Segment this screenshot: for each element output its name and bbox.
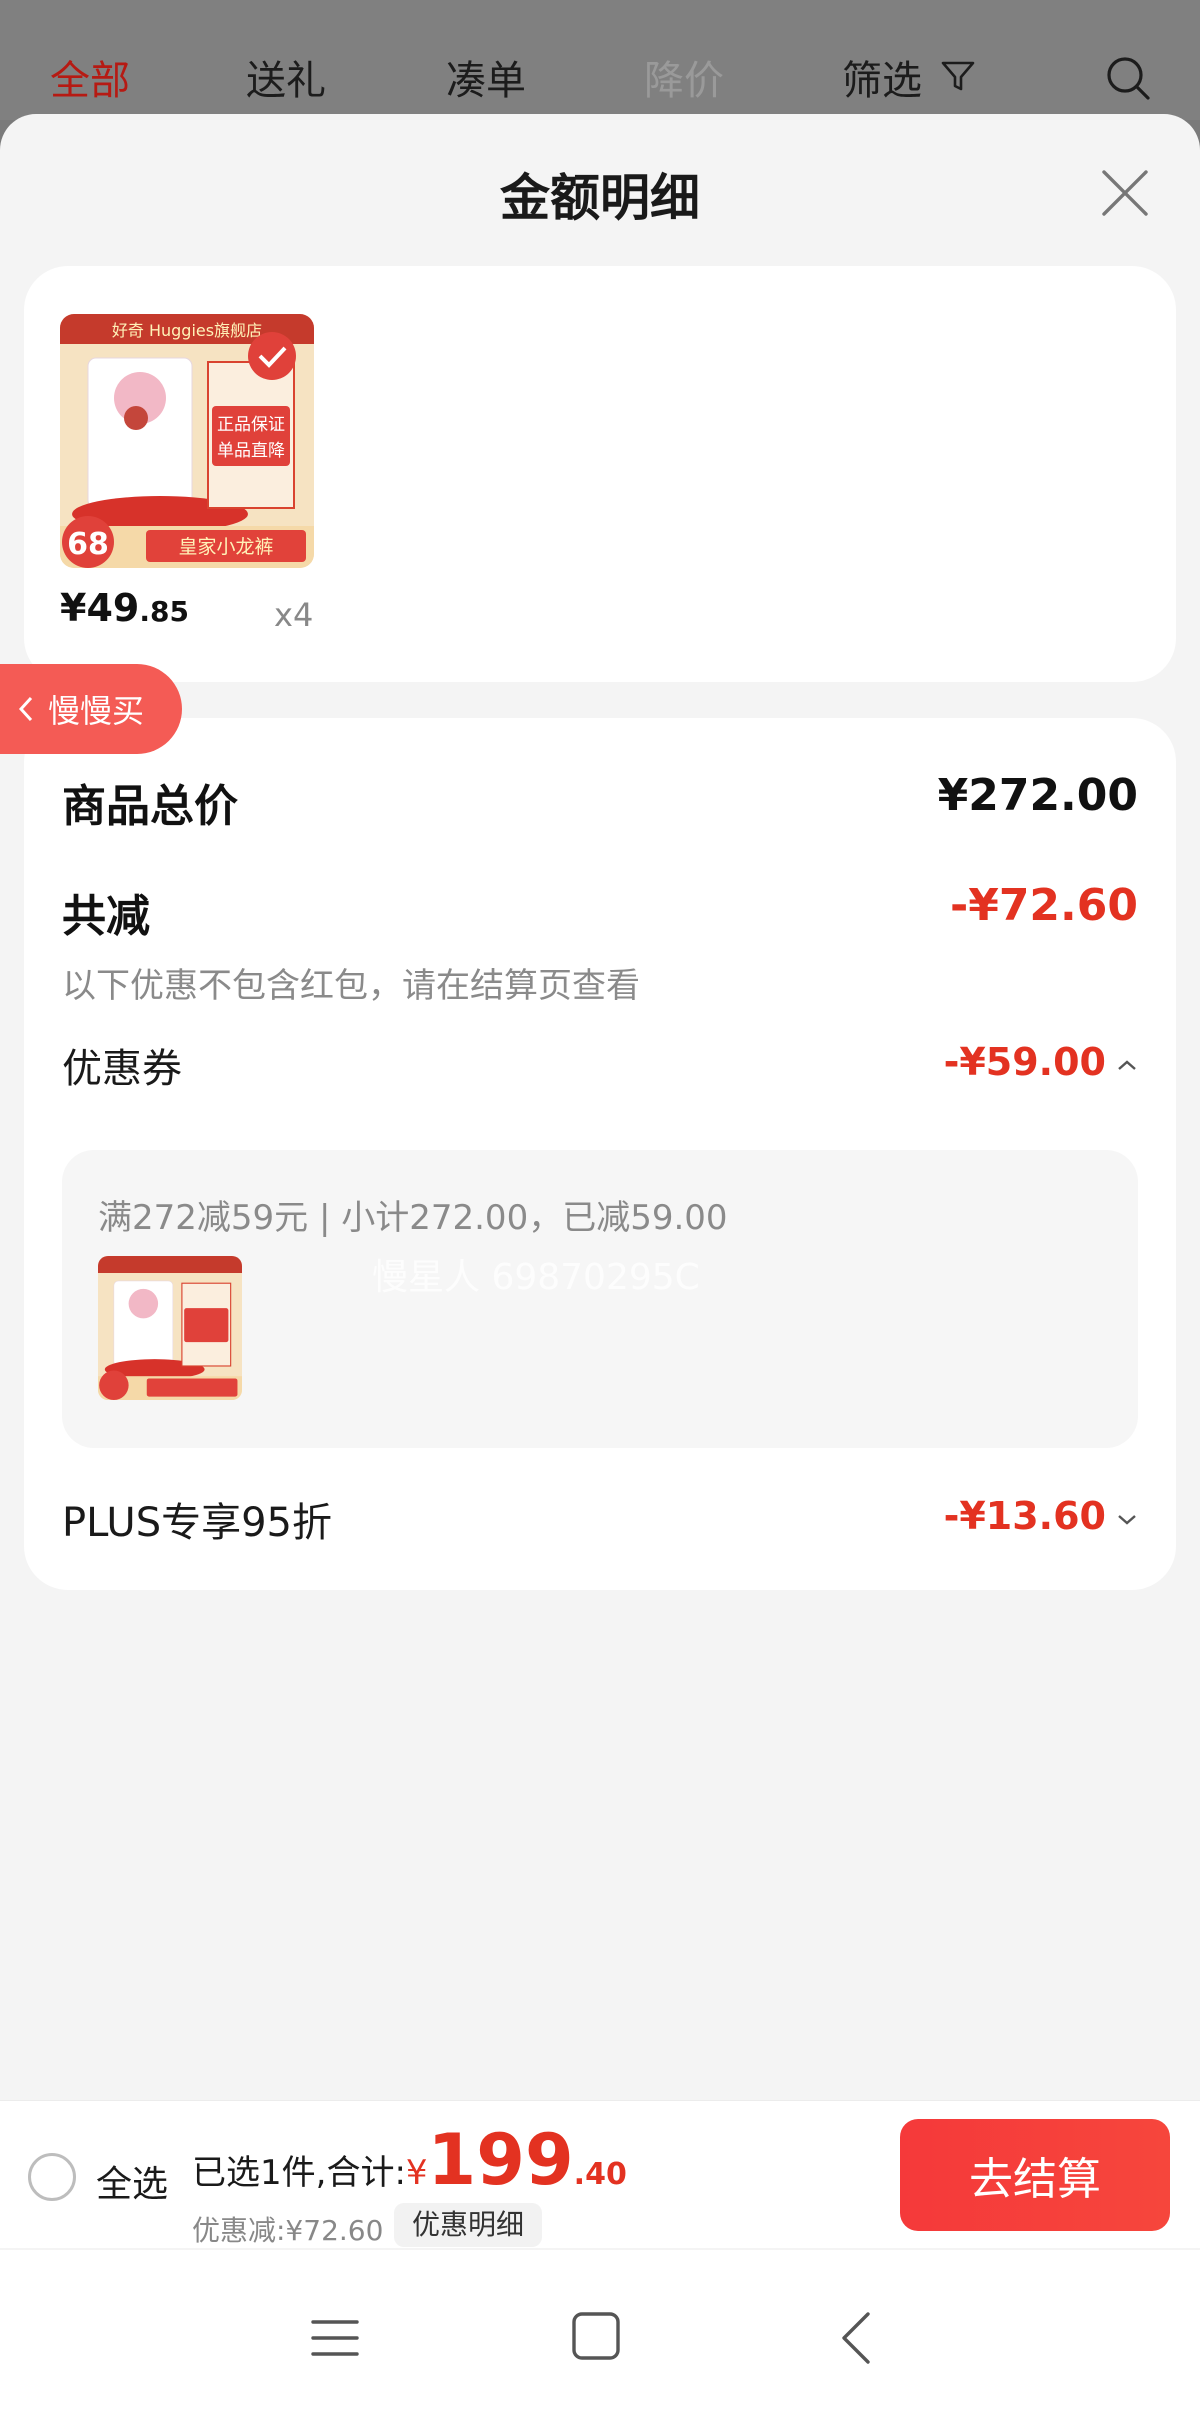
discount-label: 共减 <box>62 891 150 942</box>
thumb-badge-1: 正品保证 <box>217 415 285 435</box>
watermark: 慢星人 69870295C <box>372 1257 700 1298</box>
search-icon[interactable] <box>1104 54 1152 102</box>
chevron-up-icon[interactable] <box>1116 1058 1138 1072</box>
plus-discount-label: PLUS专享95折 <box>62 1500 332 1546</box>
coupon-label: 优惠券 <box>62 1046 182 1092</box>
back-icon[interactable] <box>836 2310 876 2366</box>
product-price: ¥49.85 <box>60 586 189 630</box>
tab-bundle[interactable]: 凑单 <box>446 48 526 106</box>
coupon-product-thumbnail[interactable] <box>98 1256 242 1400</box>
top-tab-bar: 全部 送礼 凑单 降价 筛选 <box>0 0 1200 120</box>
select-all-label[interactable]: 全选 <box>96 2155 168 2207</box>
selected-text: 已选1件,合计: <box>192 2153 406 2193</box>
plus-discount-value[interactable]: -¥13.60 <box>944 1494 1106 1538</box>
checkout-button[interactable]: 去结算 <box>900 2119 1170 2231</box>
discount-value: -¥72.60 <box>949 880 1138 931</box>
total-label: 商品总价 <box>62 781 238 832</box>
price-detail-card: 商品总价 ¥272.00 共减 -¥72.60 以下优惠不包含红包，请在结算页查… <box>24 718 1176 1590</box>
home-icon[interactable] <box>570 2310 622 2362</box>
total-cents: .40 <box>573 2157 627 2192</box>
product-thumbnail[interactable]: 好奇 Huggies旗舰店 正品保证 单品直降 皇家小龙裤 68 <box>60 314 314 568</box>
sheet-title: 金额明细 <box>500 169 700 227</box>
menu-icon[interactable] <box>310 2316 360 2360</box>
select-all-radio[interactable] <box>28 2153 76 2201</box>
discount-summary: 优惠减:¥72.60 <box>192 2214 384 2247</box>
price-cents: .85 <box>139 595 189 628</box>
tab-price-drop[interactable]: 降价 <box>644 48 724 106</box>
amount-detail-sheet: 金额明细 好奇 Huggies旗舰店 正品保证 单品直降 皇家小龙裤 68 ¥4… <box>0 114 1200 2426</box>
tab-all[interactable]: 全部 <box>50 48 130 106</box>
thumb-store-name: 好奇 Huggies旗舰店 <box>112 321 262 340</box>
chevron-down-icon[interactable] <box>1116 1512 1138 1526</box>
discount-detail-tag[interactable]: 优惠明细 <box>394 2203 543 2247</box>
total-value: ¥272.00 <box>937 770 1138 821</box>
tab-gift[interactable]: 送礼 <box>246 48 326 106</box>
checkout-bar: 全选 已选1件,合计:¥199.40 优惠减:¥72.60 优惠明细 去结算 <box>0 2100 1200 2248</box>
product-quantity: x4 <box>274 596 314 634</box>
product-card: 好奇 Huggies旗舰店 正品保证 单品直降 皇家小龙裤 68 ¥49.85 <box>24 266 1176 682</box>
coupon-description: 满272减59元 | 小计272.00，已减59.00 <box>98 1198 728 1238</box>
order-summary: 已选1件,合计:¥199.40 优惠减:¥72.60 优惠明细 <box>192 2119 627 2247</box>
thumb-bottom-text: 皇家小龙裤 <box>178 536 273 558</box>
discount-hint: 以下优惠不包含红包，请在结算页查看 <box>62 966 640 1006</box>
side-pill-label: 慢慢买 <box>48 692 145 730</box>
thumb-badge-2: 单品直降 <box>217 441 285 461</box>
system-nav-bar <box>0 2250 1200 2426</box>
coupon-value[interactable]: -¥59.00 <box>944 1040 1106 1084</box>
side-pill-button[interactable]: 慢慢买 <box>0 664 182 754</box>
close-icon[interactable] <box>1098 166 1152 220</box>
filter-icon[interactable] <box>940 58 976 94</box>
tab-filter[interactable]: 筛选 <box>842 48 922 106</box>
chevron-left-icon <box>18 696 33 722</box>
total-int: 199 <box>427 2119 574 2201</box>
total-yen: ¥ <box>405 2153 428 2193</box>
price-main: ¥49 <box>60 586 140 630</box>
thumb-number: 68 <box>67 527 109 562</box>
